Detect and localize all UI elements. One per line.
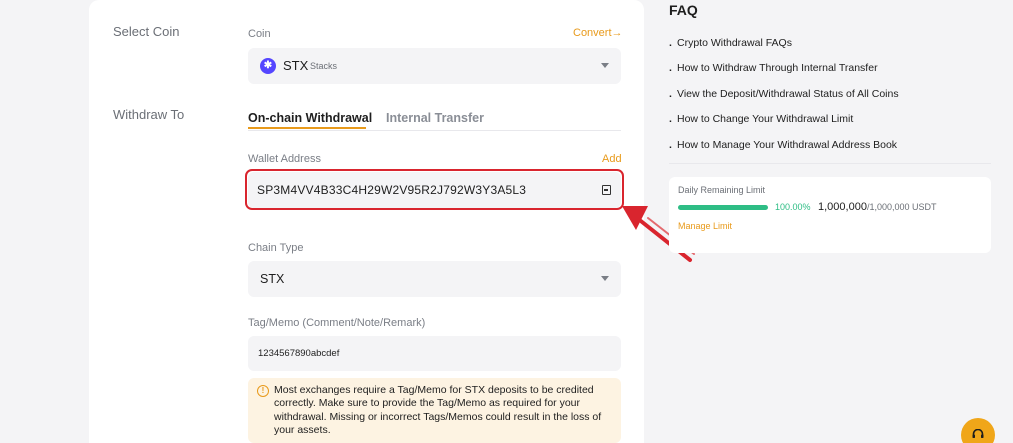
stacks-logo-icon: ✱ [260,58,276,74]
memo-input[interactable]: 1234567890abcdef [248,336,621,371]
chain-type-select[interactable]: STX [248,261,621,297]
support-button[interactable] [961,418,995,443]
active-tab-indicator [248,127,366,129]
faq-item[interactable]: . View the Deposit/Withdrawal Status of A… [669,88,899,100]
coin-field-label: Coin [248,28,271,40]
warning-text: Most exchanges require a Tag/Memo for ST… [274,384,602,436]
limit-total: /1,000,000 USDT [866,202,937,212]
chevron-down-icon [601,276,609,281]
faq-item[interactable]: . Crypto Withdrawal FAQs [669,37,792,49]
daily-limit-label: Daily Remaining Limit [678,185,766,195]
coin-select[interactable]: ✱ STX Stacks [248,48,621,84]
manage-limit-link[interactable]: Manage Limit [678,221,732,231]
memo-warning: ! Most exchanges require a Tag/Memo for … [248,378,621,443]
convert-link[interactable]: Convert→ [573,27,623,39]
info-circle-icon: ! [257,385,269,397]
arrow-right-icon: → [611,27,623,39]
limit-progress-fill [678,205,768,210]
wallet-address-label: Wallet Address [248,153,321,165]
highlight-box-annotation [245,169,624,210]
limit-progress-bar [678,205,768,210]
tab-on-chain-withdrawal[interactable]: On-chain Withdrawal [248,111,372,125]
limit-remaining: 1,000,000 [818,201,867,213]
chevron-down-icon [601,63,609,68]
memo-value: 1234567890abcdef [258,348,340,359]
faq-item[interactable]: . How to Change Your Withdrawal Limit [669,113,853,125]
headset-icon [972,429,984,438]
daily-limit-card: Daily Remaining Limit 100.00% 1,000,000/… [669,177,991,253]
add-address-link[interactable]: Add [602,153,622,165]
coin-name: Stacks [310,61,338,71]
withdraw-to-label: Withdraw To [113,107,185,122]
chain-type-label: Chain Type [248,242,304,254]
limit-amount: 1,000,000/1,000,000 USDT [818,201,936,213]
faq-item[interactable]: . How to Withdraw Through Internal Transf… [669,62,878,74]
select-coin-label: Select Coin [113,24,180,39]
coin-symbol: STX [283,58,309,73]
memo-label: Tag/Memo (Comment/Note/Remark) [248,317,426,329]
faq-divider [669,163,991,164]
faq-title: FAQ [669,2,698,18]
tab-internal-transfer[interactable]: Internal Transfer [386,111,484,125]
limit-percent: 100.00% [775,202,811,212]
tab-divider [248,130,621,131]
faq-item[interactable]: . How to Manage Your Withdrawal Address B… [669,139,897,151]
chain-type-value: STX [260,272,285,286]
